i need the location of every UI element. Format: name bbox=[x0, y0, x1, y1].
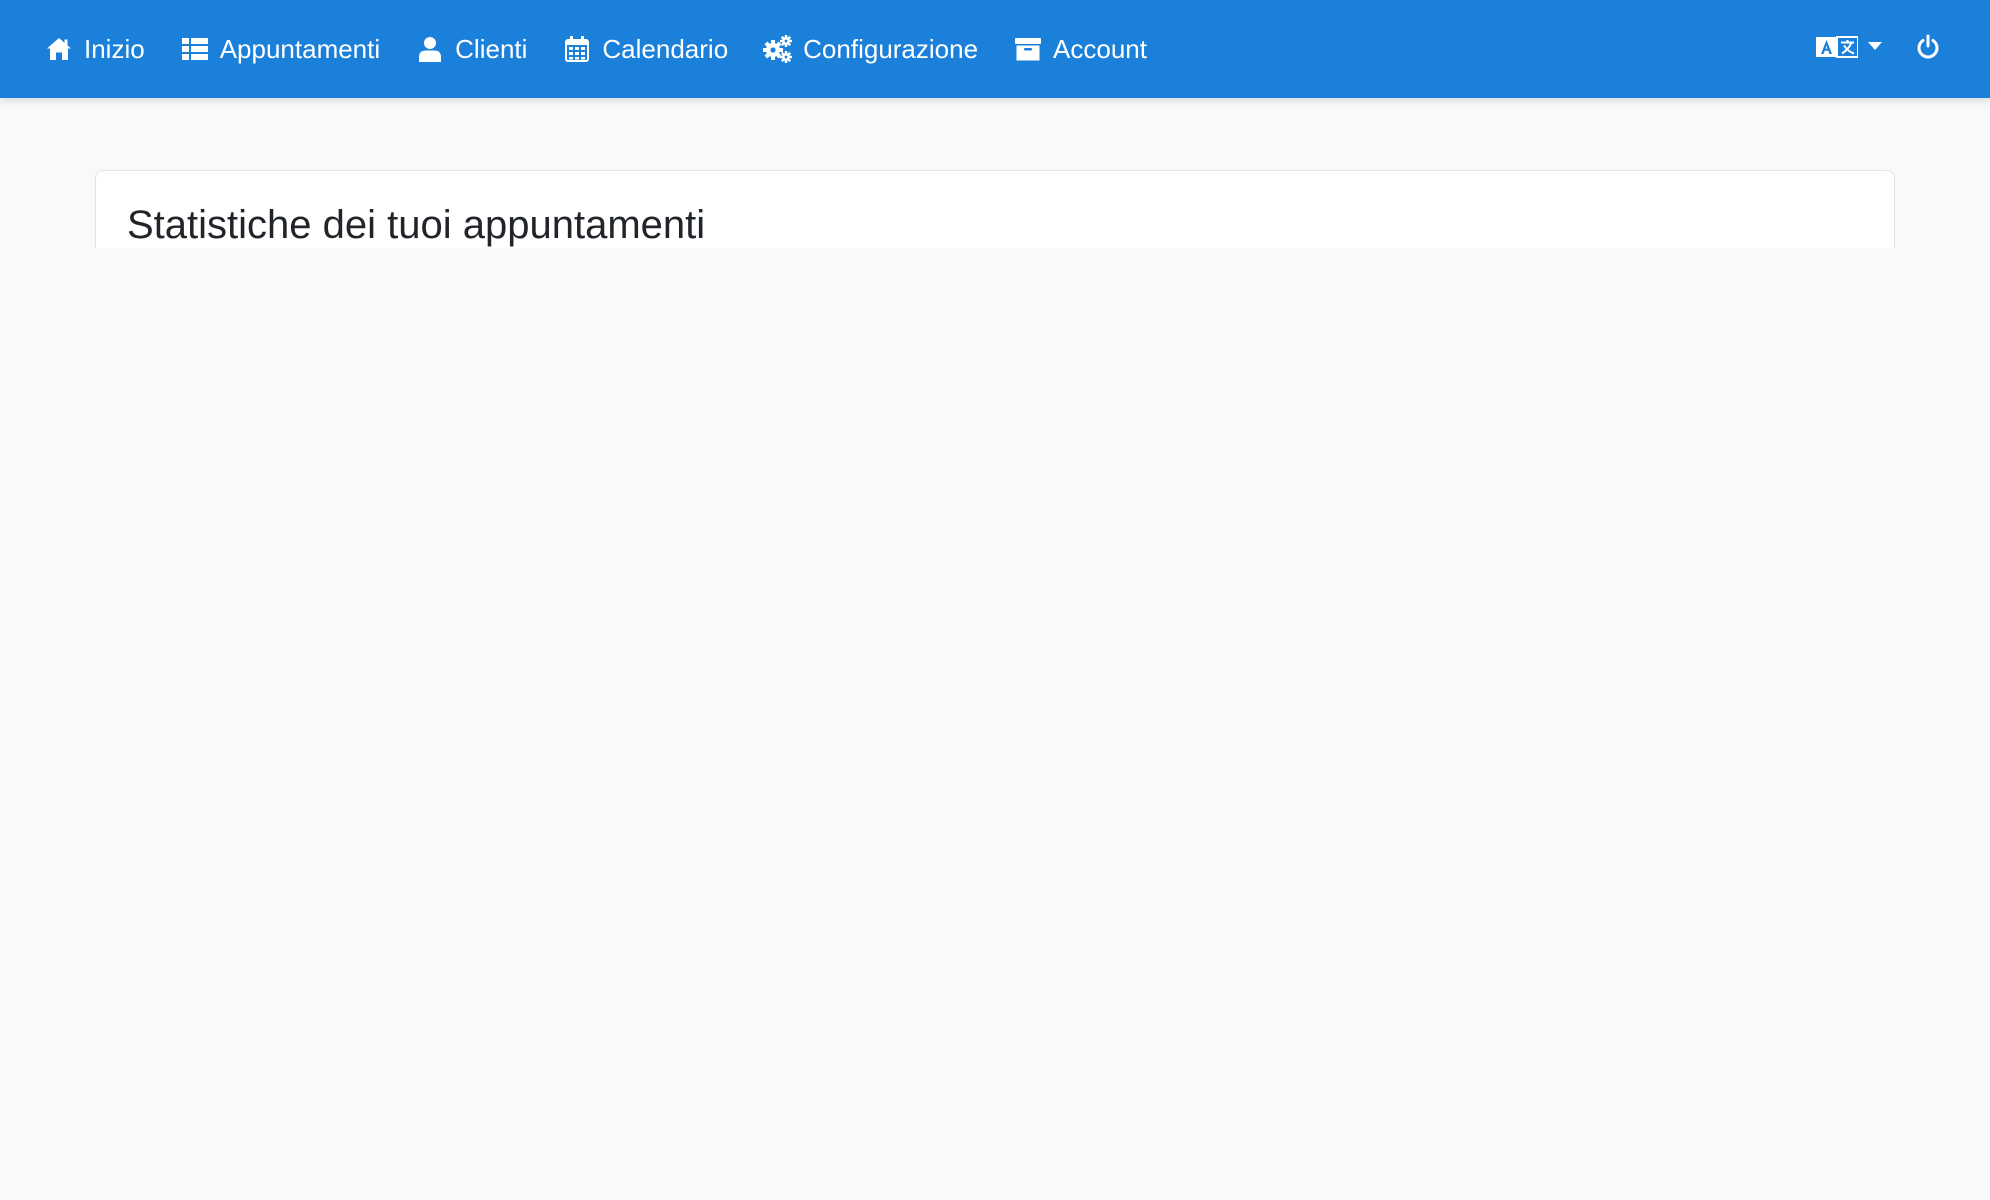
nav-item-calendario[interactable]: Calendario bbox=[562, 0, 728, 98]
home-icon bbox=[44, 34, 74, 64]
nav-item-label: Configurazione bbox=[803, 33, 979, 64]
language-dropdown-toggle[interactable] bbox=[1816, 35, 1882, 64]
archive-icon bbox=[1013, 34, 1043, 64]
nav-item-label: Clienti bbox=[455, 33, 528, 64]
power-icon bbox=[1916, 34, 1940, 65]
logout-button[interactable] bbox=[1916, 34, 1940, 65]
nav-item-inizio[interactable]: Inizio bbox=[44, 0, 145, 98]
nav-item-configurazione[interactable]: Configurazione bbox=[763, 0, 978, 98]
language-icon bbox=[1816, 35, 1859, 64]
cogs-icon bbox=[763, 34, 793, 64]
nav-item-label: Calendario bbox=[602, 33, 729, 64]
nav-item-label: Appuntamenti bbox=[219, 33, 381, 64]
nav-item-appuntamenti[interactable]: Appuntamenti bbox=[180, 0, 380, 98]
nav-item-label: Account bbox=[1053, 33, 1147, 64]
statistics-card: Statistiche dei tuoi appuntamenti bbox=[95, 170, 1895, 248]
user-icon bbox=[415, 34, 445, 64]
chevron-down-icon bbox=[1868, 42, 1882, 50]
card-title: Statistiche dei tuoi appuntamenti bbox=[127, 203, 706, 247]
nav-item-clienti[interactable]: Clienti bbox=[415, 0, 527, 98]
nav-right-controls bbox=[1816, 0, 1990, 98]
nav-item-account[interactable]: Account bbox=[1013, 0, 1147, 98]
top-navbar: Inizio Appuntamenti Clienti Calendario C… bbox=[0, 0, 1990, 98]
list-icon bbox=[180, 34, 210, 64]
calendar-icon bbox=[562, 34, 592, 64]
nav-item-label: Inizio bbox=[84, 33, 145, 64]
nav-menu: Inizio Appuntamenti Clienti Calendario C… bbox=[0, 0, 1182, 98]
